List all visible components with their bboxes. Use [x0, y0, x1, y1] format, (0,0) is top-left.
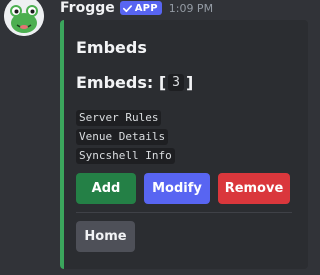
embed-count-value: 3 [168, 74, 184, 91]
username[interactable]: Frogge [60, 0, 115, 16]
embed-list-item: Syncshell Info [76, 148, 175, 164]
embed-card: Embeds Embeds: [ 3 ] Server Rules Venue … [60, 20, 308, 269]
embed-count-heading: Embeds: [ 3 ] [76, 73, 193, 92]
add-button[interactable]: Add [76, 173, 136, 204]
chat-message: Frogge APP 1:09 PM Embeds Embeds: [ 3 ] … [0, 0, 317, 275]
message-timestamp[interactable]: 1:09 PM [169, 2, 213, 15]
embed-list: Server Rules Venue Details Syncshell Inf… [76, 110, 175, 167]
embed-count-suffix: ] [186, 73, 194, 92]
app-badge: APP [119, 1, 162, 15]
embed-list-item: Server Rules [76, 110, 162, 126]
modify-button[interactable]: Modify [144, 173, 210, 204]
app-badge-label: APP [134, 2, 158, 14]
frog-avatar-icon[interactable] [4, 0, 44, 36]
divider [76, 212, 292, 213]
home-button[interactable]: Home [76, 221, 135, 252]
embed-list-item: Venue Details [76, 129, 169, 145]
remove-button[interactable]: Remove [218, 173, 290, 204]
verified-check-icon [122, 4, 132, 12]
message-header: Frogge APP 1:09 PM [60, 0, 213, 16]
embed-title: Embeds [76, 38, 147, 57]
embed-count-prefix: Embeds: [ [76, 73, 167, 92]
